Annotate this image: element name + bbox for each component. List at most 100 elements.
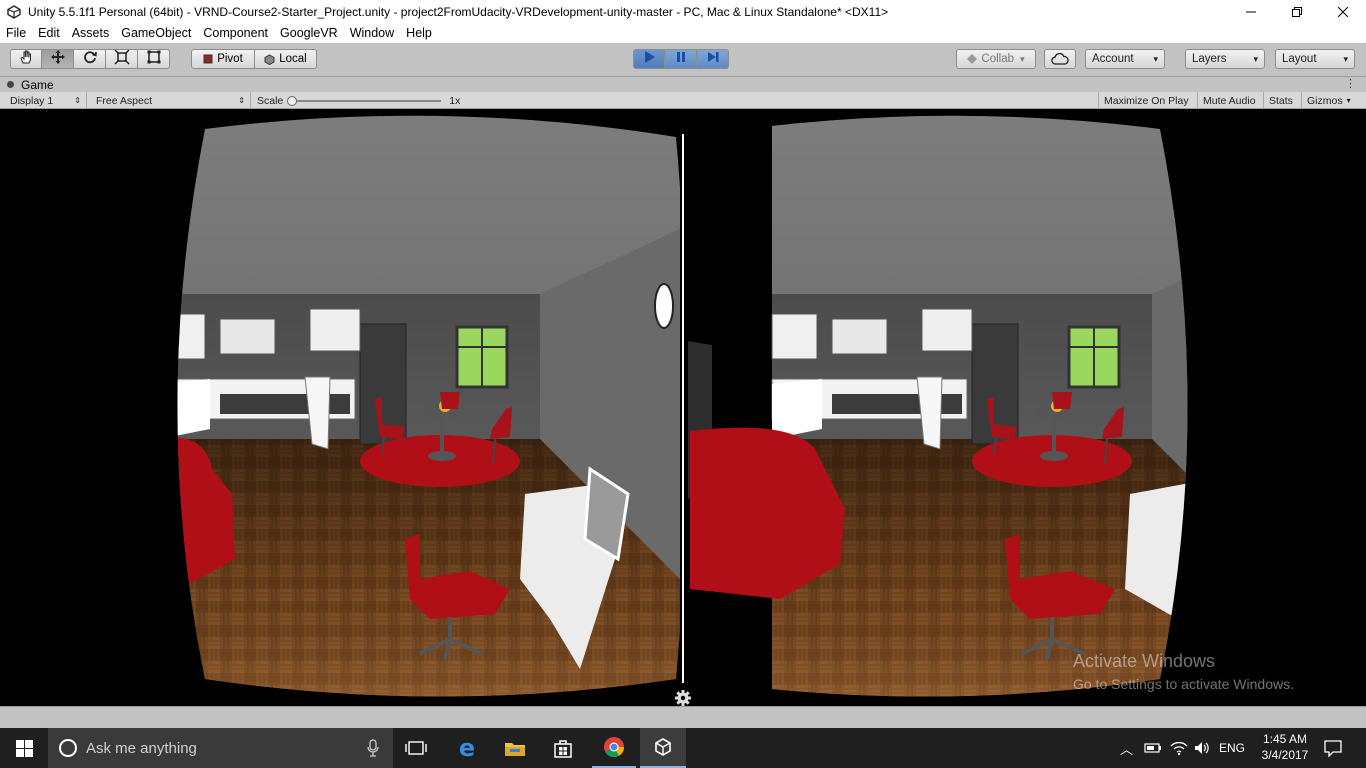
minimize-button[interactable]	[1228, 0, 1274, 23]
action-center-icon[interactable]	[1324, 739, 1342, 757]
layout-label: Layout	[1282, 53, 1317, 65]
chrome-taskbar-button[interactable]	[592, 728, 636, 768]
local-icon	[264, 53, 275, 65]
scale-value: 1x	[449, 94, 461, 107]
volume-icon[interactable]	[1193, 740, 1209, 756]
game-view[interactable]: Activate Windows Go to Settings to activ…	[0, 109, 1366, 706]
transform-tools	[10, 48, 170, 69]
display-label: Display 1	[10, 94, 54, 107]
rect-tool-button[interactable]	[138, 49, 170, 69]
left-eye-view	[177, 115, 682, 697]
right-eye-view	[688, 115, 1188, 697]
close-button[interactable]	[1320, 0, 1366, 23]
cloud-icon	[1051, 53, 1069, 65]
cortana-icon	[58, 738, 78, 758]
pivot-button[interactable]: Pivot	[191, 49, 255, 69]
edge-taskbar-button[interactable]: e	[446, 728, 488, 768]
mute-audio-toggle[interactable]: Mute Audio	[1198, 92, 1264, 109]
unity-icon	[653, 737, 673, 757]
chevron-up-icon[interactable]: ︿	[1120, 739, 1133, 758]
window-title: Unity 5.5.1f1 Personal (64bit) - VRND-Co…	[28, 4, 889, 19]
hand-tool-button[interactable]	[10, 49, 42, 69]
menu-bar: File Edit Assets GameObject Component Go…	[0, 23, 1366, 43]
maximize-label: Maximize On Play	[1104, 94, 1189, 107]
activate-windows-watermark: Activate Windows Go to Settings to activ…	[1073, 651, 1294, 692]
pivot-icon	[203, 54, 213, 64]
search-placeholder: Ask me anything	[86, 739, 197, 757]
cloud-button[interactable]	[1044, 49, 1076, 69]
menu-help[interactable]: Help	[400, 26, 438, 40]
menu-edit[interactable]: Edit	[32, 26, 66, 40]
start-button[interactable]	[0, 728, 48, 768]
task-view-icon	[405, 740, 427, 756]
updown-arrows-icon: ⇕	[238, 96, 245, 105]
windows-logo-icon	[15, 739, 33, 757]
wifi-icon[interactable]	[1170, 740, 1188, 756]
game-tab-label: Game	[21, 77, 54, 92]
step-button[interactable]	[697, 49, 729, 69]
menu-gameobject[interactable]: GameObject	[115, 26, 197, 40]
folder-icon	[504, 739, 526, 757]
gear-icon[interactable]	[674, 689, 692, 706]
task-view-button[interactable]	[396, 728, 436, 768]
game-view-bar: Display 1 ⇕ Free Aspect ⇕ Scale 1x Maxim…	[0, 92, 1366, 109]
title-bar: Unity 5.5.1f1 Personal (64bit) - VRND-Co…	[0, 0, 1366, 23]
tab-game[interactable]: Game	[6, 77, 54, 92]
pause-icon	[674, 50, 688, 69]
battery-icon[interactable]	[1144, 742, 1162, 754]
tab-bar: Game ⋮	[0, 77, 1366, 92]
scale-tool-button[interactable]	[106, 48, 138, 69]
collab-label: Collab	[981, 53, 1015, 65]
main-toolbar: Pivot Local Collab Account Layers Layout	[0, 43, 1366, 77]
stats-toggle[interactable]: Stats	[1264, 92, 1302, 109]
language-indicator[interactable]: ENG	[1219, 741, 1245, 755]
microphone-icon[interactable]	[367, 739, 379, 757]
pivot-label: Pivot	[217, 53, 243, 65]
scale-slider-thumb[interactable]	[287, 95, 298, 106]
store-taskbar-button[interactable]	[542, 728, 584, 768]
scale-slider[interactable]	[287, 95, 442, 106]
menu-assets[interactable]: Assets	[66, 26, 116, 40]
maximize-on-play-toggle[interactable]: Maximize On Play	[1098, 92, 1198, 109]
clock[interactable]: 1:45 AM 3/4/2017	[1252, 731, 1318, 763]
stats-label: Stats	[1269, 94, 1293, 107]
cortana-search-box[interactable]: Ask me anything	[48, 728, 393, 768]
account-label: Account	[1092, 53, 1134, 65]
menu-window[interactable]: Window	[344, 26, 400, 40]
windows-taskbar: Ask me anything e ︿ ENG 1:45 AM 3/4/2017	[0, 728, 1366, 768]
collab-dropdown[interactable]: Collab	[956, 49, 1036, 69]
file-explorer-taskbar-button[interactable]	[494, 728, 536, 768]
gizmos-dropdown[interactable]: Gizmos ▾	[1302, 92, 1360, 109]
rect-icon	[146, 49, 162, 70]
game-tab-icon	[6, 80, 15, 89]
dropdown-arrow-icon: ▾	[1346, 96, 1351, 105]
menu-component[interactable]: Component	[197, 26, 274, 40]
pause-button[interactable]	[665, 49, 697, 69]
restore-button[interactable]	[1274, 0, 1320, 23]
pivot-toggles: Pivot Local	[191, 49, 317, 69]
account-dropdown[interactable]: Account	[1085, 49, 1165, 69]
layers-dropdown[interactable]: Layers	[1185, 49, 1265, 69]
chrome-icon	[603, 736, 625, 758]
mute-label: Mute Audio	[1203, 94, 1256, 107]
local-button[interactable]: Local	[255, 49, 317, 69]
menu-googlevr[interactable]: GoogleVR	[274, 26, 344, 40]
menu-file[interactable]: File	[0, 26, 32, 40]
collab-icon	[967, 54, 978, 64]
play-button[interactable]	[633, 49, 665, 69]
store-bag-icon	[553, 738, 573, 758]
gizmos-label: Gizmos	[1307, 94, 1343, 107]
move-tool-button[interactable]	[42, 49, 74, 69]
layout-dropdown[interactable]: Layout	[1275, 49, 1355, 69]
panel-menu-icon[interactable]: ⋮	[1345, 77, 1356, 90]
rotate-tool-button[interactable]	[74, 49, 106, 69]
playback-controls	[633, 49, 729, 69]
local-label: Local	[279, 53, 307, 65]
clock-time: 1:45 AM	[1262, 732, 1308, 746]
unity-taskbar-button[interactable]	[640, 728, 686, 768]
scale-label: Scale	[257, 94, 284, 107]
display-dropdown[interactable]: Display 1 ⇕	[5, 92, 87, 109]
scale-control: Scale 1x	[252, 92, 472, 109]
aspect-dropdown[interactable]: Free Aspect ⇕	[91, 92, 251, 109]
rotate-icon	[82, 49, 98, 70]
